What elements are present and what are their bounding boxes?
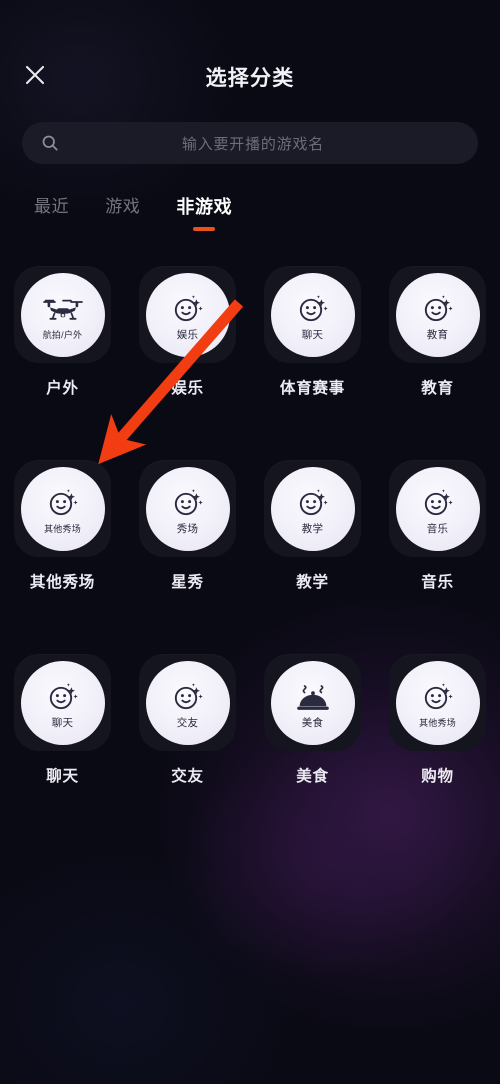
category-name: 星秀 (171, 574, 204, 591)
category-tile[interactable]: 其他秀场 (389, 654, 486, 751)
smiley-sparkle-icon (421, 678, 455, 714)
drone-icon (42, 290, 84, 326)
tab-0[interactable]: 最近 (16, 196, 87, 218)
category-tile[interactable]: 聊天 (14, 654, 111, 751)
category-disc: 航拍/户外 (20, 272, 105, 357)
category-disc: 聊天 (270, 272, 355, 357)
category-disc: 教学 (270, 466, 355, 551)
tab-label: 游戏 (105, 197, 141, 216)
search-bar[interactable]: 输入要开播的游戏名 (22, 122, 478, 164)
category-name: 教学 (296, 574, 329, 591)
category-item-9[interactable]: 交友 交友 (125, 654, 250, 786)
category-name: 体育赛事 (279, 380, 346, 397)
glow-bottom-left (0, 844, 300, 1084)
smiley-sparkle-icon (46, 484, 80, 520)
category-disc-label: 教学 (301, 523, 324, 535)
smiley-sparkle-icon (171, 678, 205, 714)
category-item-3[interactable]: 教育 教育 (375, 266, 500, 398)
smiley-sparkle-icon (421, 290, 455, 326)
category-disc: 娱乐 (145, 272, 230, 357)
category-item-4[interactable]: 其他秀场 其他秀场 (0, 460, 125, 592)
category-tabs: 最近 游戏 非游戏 (0, 196, 250, 231)
category-name: 教育 (421, 380, 454, 397)
category-tile[interactable]: 教学 (264, 460, 361, 557)
category-item-11[interactable]: 其他秀场 购物 (375, 654, 500, 786)
category-item-8[interactable]: 聊天 聊天 (0, 654, 125, 786)
category-disc-label: 聊天 (301, 329, 324, 341)
category-name: 户外 (46, 380, 79, 397)
tab-active-underline (193, 227, 216, 231)
category-item-6[interactable]: 教学 教学 (250, 460, 375, 592)
smiley-sparkle-icon (421, 484, 455, 520)
category-picker-screen: 选择分类 输入要开播的游戏名 最近 游戏 非游戏 航拍/户外 户外 娱乐 娱乐 聊天 体育赛事… (0, 0, 500, 1084)
category-item-2[interactable]: 聊天 体育赛事 (250, 266, 375, 398)
smiley-sparkle-icon (296, 290, 330, 326)
tab-label: 最近 (34, 197, 70, 216)
category-disc-label: 其他秀场 (419, 718, 456, 728)
category-disc-label: 聊天 (51, 717, 74, 729)
category-disc-label: 其他秀场 (44, 524, 81, 534)
category-tile[interactable]: 秀场 (139, 460, 236, 557)
category-disc-label: 娱乐 (176, 329, 199, 341)
category-tile[interactable]: 聊天 (264, 266, 361, 363)
category-disc-label: 音乐 (426, 523, 449, 535)
category-disc: 交友 (145, 660, 230, 745)
category-item-5[interactable]: 秀场 星秀 (125, 460, 250, 592)
tab-2[interactable]: 非游戏 (158, 196, 250, 231)
search-input-placeholder: 输入要开播的游戏名 (181, 135, 325, 153)
category-name: 聊天 (46, 768, 79, 785)
category-tile[interactable]: 美食 (264, 654, 361, 751)
smiley-sparkle-icon (171, 290, 205, 326)
category-item-10[interactable]: 美食 美食 (250, 654, 375, 786)
category-name: 其他秀场 (29, 574, 96, 591)
category-disc-label: 美食 (301, 717, 324, 729)
category-item-7[interactable]: 音乐 音乐 (375, 460, 500, 592)
category-name: 购物 (421, 768, 454, 785)
category-disc-label: 航拍/户外 (42, 330, 83, 340)
category-disc: 其他秀场 (20, 466, 105, 551)
category-disc: 其他秀场 (395, 660, 480, 745)
header: 选择分类 (0, 0, 500, 112)
search-icon (42, 135, 58, 151)
smiley-sparkle-icon (171, 484, 205, 520)
category-item-0[interactable]: 航拍/户外户外 (0, 266, 125, 398)
category-name: 娱乐 (171, 380, 204, 397)
category-tile[interactable]: 音乐 (389, 460, 486, 557)
category-tile[interactable]: 航拍/户外 (14, 266, 111, 363)
category-name: 交友 (171, 768, 204, 785)
tab-1[interactable]: 游戏 (87, 196, 158, 218)
category-name: 美食 (296, 768, 329, 785)
smiley-sparkle-icon (46, 678, 80, 714)
category-tile[interactable]: 交友 (139, 654, 236, 751)
category-tile[interactable]: 其他秀场 (14, 460, 111, 557)
category-disc: 聊天 (20, 660, 105, 745)
tab-label: 非游戏 (176, 197, 233, 217)
food-cloche-icon (295, 678, 331, 714)
category-grid: 航拍/户外 户外 娱乐 娱乐 聊天 体育赛事 教育 教育 其他秀场 其他秀场 秀场 星秀 教学 教学 音乐音… (0, 266, 500, 786)
category-tile[interactable]: 教育 (389, 266, 486, 363)
category-name: 音乐 (421, 574, 454, 591)
category-disc: 美食 (270, 660, 355, 745)
category-disc: 音乐 (395, 466, 480, 551)
category-disc: 教育 (395, 272, 480, 357)
category-disc-label: 秀场 (176, 523, 199, 535)
smiley-sparkle-icon (296, 484, 330, 520)
category-disc-label: 教育 (426, 329, 449, 341)
page-title: 选择分类 (205, 67, 295, 90)
category-item-1[interactable]: 娱乐 娱乐 (125, 266, 250, 398)
category-tile[interactable]: 娱乐 (139, 266, 236, 363)
category-disc-label: 交友 (176, 717, 199, 729)
category-disc: 秀场 (145, 466, 230, 551)
